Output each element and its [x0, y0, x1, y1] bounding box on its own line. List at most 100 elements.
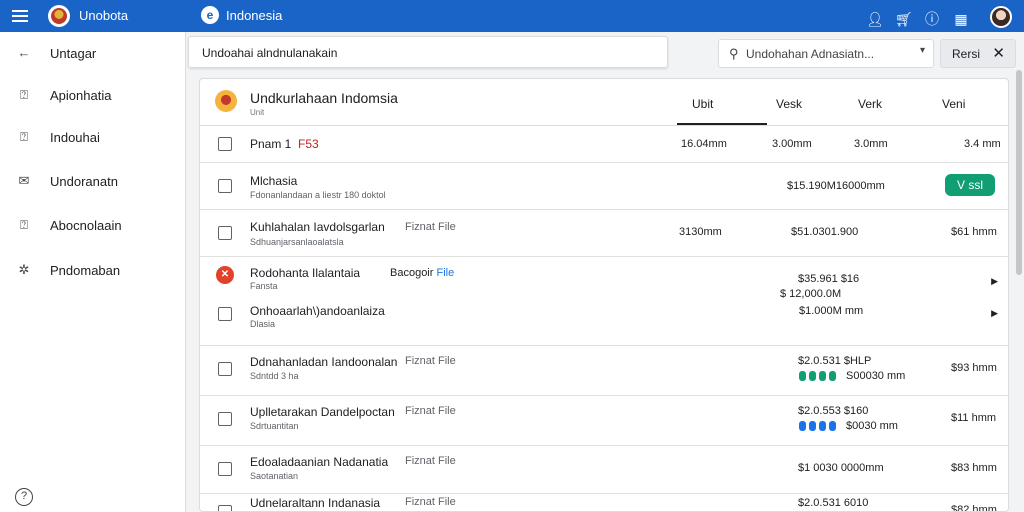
- status-dots: [799, 421, 836, 431]
- sidebar-item-1[interactable]: ⍰ Apionhatia: [0, 80, 186, 110]
- app-logo[interactable]: [48, 5, 70, 27]
- table-row[interactable]: Mlchasia Fdonanlandaan a liestr 180 dokt…: [200, 163, 1008, 210]
- tab-unit[interactable]: Ubit: [692, 97, 713, 111]
- grid-icon[interactable]: ▦: [953, 11, 969, 27]
- table-row[interactable]: Pnam 1 F53 16.04mm 3.00mm 3.0mm 3.4 mm: [200, 126, 1008, 163]
- row-value: $ 12,000.0M: [780, 288, 842, 300]
- table-row[interactable]: Udnelaraltann Indanasia Fiznat File $2.0…: [200, 494, 1008, 512]
- row-name: Pnam 1 F53: [250, 137, 319, 151]
- sidebar-item-4[interactable]: ⍰ Abocnolaain: [0, 210, 186, 240]
- active-tab-indicator: [677, 123, 767, 125]
- row-name: Uplletarakan Dandelpoctan: [250, 405, 395, 419]
- row-checkbox[interactable]: [218, 307, 232, 321]
- app-name: Unobota: [79, 8, 129, 23]
- row-checkbox[interactable]: [218, 362, 232, 376]
- sidebar: ← Untagar ⍰ Apionhatia ⍰ Indouhai ✉ Undo…: [0, 32, 186, 512]
- row-value: $2.0.531 6010: [798, 497, 869, 509]
- top-app-bar: Unobota e Indonesia 👤︎ 🛒︎ ⓘ ▦: [0, 0, 1024, 32]
- row-checkbox[interactable]: [218, 137, 232, 151]
- row-subtitle: Dlasia: [250, 319, 276, 329]
- sidebar-item-0[interactable]: ← Untagar: [0, 38, 186, 68]
- row-subtitle: Sdhuanjarsanlaoalatsla: [250, 237, 344, 247]
- status-button[interactable]: V ssl: [945, 174, 995, 196]
- avatar[interactable]: [990, 6, 1012, 28]
- region-label[interactable]: Indonesia: [226, 8, 282, 23]
- tab-verk[interactable]: Verk: [858, 97, 882, 111]
- panel-title: Undkurlahaan Indomsia: [250, 90, 398, 106]
- row-name: Rodohanta Ilalantaia: [250, 266, 361, 280]
- search-input[interactable]: Undoahai alndnulanakain: [188, 36, 668, 68]
- row-value: $1.000M mm: [799, 305, 864, 317]
- scrollbar[interactable]: [1016, 70, 1022, 275]
- row-checkbox[interactable]: [218, 505, 232, 511]
- sidebar-item-2[interactable]: ⍰ Indouhai: [0, 122, 186, 152]
- close-icon[interactable]: ✕: [992, 44, 1005, 62]
- sidebar-item-label: Abocnolaain: [50, 217, 122, 233]
- table-row[interactable]: ✕ Rodohanta Ilalantaia Bacogoir File Fan…: [200, 257, 1008, 346]
- mail-icon: ✉: [18, 173, 30, 188]
- tab-veni[interactable]: Veni: [942, 97, 965, 111]
- panel-subtitle: Unit: [250, 108, 265, 117]
- search-icon: ⚲: [729, 46, 739, 61]
- panel-header: Undkurlahaan Indomsia Unit Ubit Vesk Ver…: [200, 79, 1008, 126]
- document-icon: ⍰: [20, 129, 28, 144]
- reset-button[interactable]: Rersi ✕: [940, 39, 1016, 68]
- tab-vesk[interactable]: Vesk: [776, 97, 802, 111]
- filter-search-placeholder: Undohahan Adnasiatn...: [746, 47, 875, 61]
- row-value: 3.00mm: [772, 138, 812, 150]
- sidebar-item-5[interactable]: ✲ Pndomaban: [0, 255, 186, 285]
- gear-icon: ✲: [18, 262, 30, 277]
- sidebar-item-label: Apionhatia: [50, 87, 112, 103]
- row-value: $83 hmm: [951, 462, 997, 474]
- row-value: $1 0030 0000mm: [798, 462, 884, 474]
- results-panel: Undkurlahaan Indomsia Unit Ubit Vesk Ver…: [199, 78, 1009, 512]
- row-subtitle: Fdonanlandaan a liestr 180 doktol: [250, 190, 386, 200]
- reset-button-label: Rersi: [952, 47, 981, 61]
- arrow-left-icon: ←: [17, 45, 31, 60]
- row-tag: Fiznat File: [405, 496, 456, 508]
- document-icon: ⍰: [20, 87, 28, 102]
- row-value: 3.0mm: [854, 138, 888, 150]
- row-checkbox[interactable]: [218, 462, 232, 476]
- row-checkbox[interactable]: [218, 179, 232, 193]
- row-name: Kuhlahalan Iavdolsgarlan: [250, 220, 385, 234]
- search-input-value: Undoahai alndnulanakain: [202, 46, 338, 60]
- document-icon: ⍰: [20, 217, 28, 232]
- row-tag: Fiznat File: [405, 221, 456, 233]
- globe-icon[interactable]: e: [201, 6, 219, 24]
- row-value: $2.0.553 $160: [798, 405, 869, 417]
- row-subtitle: Sdrtuantitan: [250, 421, 299, 431]
- row-name: Mlchasia: [250, 174, 298, 188]
- row-value: S00030 mm: [846, 370, 906, 382]
- sidebar-item-label: Undoranatn: [50, 173, 118, 189]
- row-checkbox[interactable]: [218, 412, 232, 426]
- table-row[interactable]: Uplletarakan Dandelpoctan Fiznat File Sd…: [200, 396, 1008, 446]
- chevron-right-icon[interactable]: ▶: [991, 308, 998, 319]
- chevron-down-icon[interactable]: ▾: [920, 45, 925, 56]
- menu-icon[interactable]: [12, 8, 28, 24]
- status-dots: [799, 371, 836, 381]
- top-icons: 👤︎ 🛒︎ ⓘ ▦: [866, 4, 1012, 28]
- row-name-flag: F53: [298, 137, 319, 151]
- sidebar-item-label: Untagar: [50, 45, 97, 61]
- row-checkbox[interactable]: [218, 226, 232, 240]
- cart-icon[interactable]: 🛒︎: [895, 11, 913, 27]
- table-row[interactable]: Ddnahanladan Iandoonalan Fiznat File Sdn…: [200, 346, 1008, 396]
- row-value: $15.190M16000mm: [787, 180, 885, 192]
- row-name: Onhoaarlah\)andoanlaiza: [250, 304, 385, 318]
- sidebar-item-label: Indouhai: [50, 129, 100, 145]
- help-icon[interactable]: ?: [15, 488, 33, 506]
- person-icon[interactable]: 👤︎: [866, 11, 884, 27]
- row-value: $93 hmm: [951, 362, 997, 374]
- info-icon[interactable]: ⓘ: [924, 11, 940, 27]
- chevron-right-icon[interactable]: ▶: [991, 276, 998, 287]
- sidebar-item-3[interactable]: ✉ Undoranatn: [0, 166, 186, 196]
- row-value: $35.961 $16: [798, 273, 860, 285]
- sidebar-item-label: Pndomaban: [50, 262, 121, 278]
- table-row[interactable]: Kuhlahalan Iavdolsgarlan Fiznat File Sdh…: [200, 210, 1008, 257]
- row-value: 16.04mm: [681, 138, 727, 150]
- filter-search-input[interactable]: ⚲ Undohahan Adnasiatn... ▾: [718, 39, 934, 68]
- table-row[interactable]: Edoaladaanian Nadanatia Fiznat File Saot…: [200, 446, 1008, 494]
- row-value: $82 hmm: [951, 504, 997, 512]
- row-subtitle: Fansta: [250, 281, 278, 291]
